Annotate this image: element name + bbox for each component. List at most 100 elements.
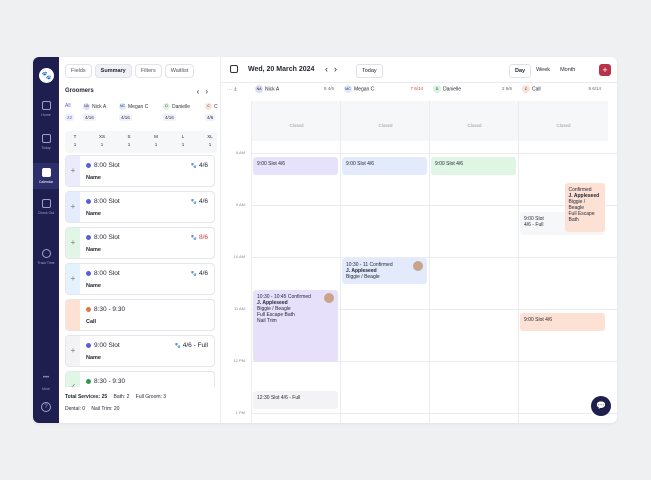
groomer-tab-count: 22 — [65, 114, 75, 121]
view-month[interactable]: Month — [555, 64, 580, 78]
slot-card[interactable]: +8:00 Slot Name 🐾 4/6 — [65, 263, 215, 295]
nav-label: Check Out — [37, 211, 55, 215]
appointment-card[interactable]: 9:00 Slot 4/6 — [520, 313, 605, 332]
add-slot-icon[interactable] — [66, 300, 80, 330]
logo-icon[interactable]: 🐾 — [39, 68, 54, 83]
groomer-tab[interactable]: D Danielle 4/16 — [163, 103, 191, 121]
add-slot-icon[interactable]: + — [66, 336, 80, 366]
add-slot-icon[interactable]: + — [66, 228, 80, 258]
day-calendar: Wed, 20 March 2024 ‹› Today Day Week Mon… — [221, 57, 617, 423]
slot-subtitle: Name — [86, 283, 101, 289]
appointment-card[interactable]: 9:00 Slot 4/6 — [342, 157, 427, 176]
slot-capacity: 🐾 4/6 — [191, 162, 208, 169]
chevron-right-icon[interactable]: › — [334, 64, 343, 74]
appointment-card[interactable]: 10:30 - 11 Confirmed J. Appleseed Biggie /… — [342, 258, 427, 285]
tab-waitlist[interactable]: Waitlist — [164, 64, 195, 78]
tab-filters[interactable]: Filters — [134, 64, 162, 78]
tab-fields[interactable]: Fields — [65, 64, 92, 78]
size-label: XS — [98, 134, 105, 139]
total-nail-trim: Nail Trim: 20 — [91, 406, 120, 412]
calendar-icon — [41, 168, 51, 177]
time-label: 9 AM — [235, 202, 245, 207]
column-name: Call — [532, 86, 541, 93]
appointment-line: 9:00 Slot 4/6 — [435, 161, 464, 167]
chevron-left-icon[interactable]: ‹ — [325, 64, 334, 74]
nav-today[interactable]: Today — [33, 134, 59, 150]
nav-check-out[interactable]: Check Out — [33, 199, 59, 215]
appointment-card[interactable]: 10:30 - 10:45 Confirmed J. Appleseed Biggi… — [253, 289, 338, 363]
slot-card[interactable]: +8:00 Slot Name 🐾 4/6 — [65, 191, 215, 223]
total-full-groom: Full Groom: 3 — [135, 394, 167, 400]
nav-more[interactable]: ••• More — [33, 375, 59, 391]
time-label: 12 PM — [233, 358, 245, 363]
column-header[interactable]: MC Megan C 7 6/14 — [344, 85, 427, 99]
view-day[interactable]: Day — [509, 64, 532, 78]
slot-icon — [86, 306, 91, 312]
slot-time-text: 8:00 Slot — [94, 198, 120, 205]
size-count: 1 — [181, 142, 185, 147]
slot-card[interactable]: 8:30 - 9:30 Call — [65, 299, 215, 331]
nav-calendar[interactable]: Calendar — [33, 163, 59, 189]
groomer-tab[interactable]: All 22 — [65, 103, 75, 121]
hour-line — [251, 153, 617, 154]
groomer-tab[interactable]: NA Nick A 4/16 — [83, 103, 106, 121]
groomer-tab-label: C — [214, 103, 218, 110]
tab-summary[interactable]: Summary — [94, 64, 132, 78]
appointment-line: Nail Trim — [257, 317, 277, 324]
add-slot-icon[interactable]: ✓ — [66, 372, 80, 387]
view-week[interactable]: Week — [531, 64, 555, 78]
chat-icon[interactable]: 💬 — [591, 396, 611, 416]
size-column: L1 — [175, 134, 191, 147]
slot-subtitle: Name — [86, 211, 101, 217]
appointment-card[interactable]: 12:30 Slot 4/6 - Full — [253, 391, 338, 410]
groomer-tab[interactable]: C C 4/6 — [205, 103, 218, 121]
groomer-tab-count: 4/16 — [119, 114, 132, 121]
groomer-avatar: NA — [255, 85, 263, 93]
appointment-line: 9:00 Slot 4/6 — [524, 317, 553, 323]
add-appointment-button[interactable]: + — [599, 64, 611, 76]
slot-list: +8:00 Slot Name 🐾 4/6 +8:00 Slot Name 🐾 4/6 +8:0… — [65, 155, 215, 387]
slot-time-text: 8:00 Slot — [94, 162, 120, 169]
groomer-tab-count: 4/16 — [83, 114, 96, 121]
slot-subtitle: Name — [86, 355, 101, 361]
groomer-tab-label: All — [65, 103, 71, 109]
slot-icon — [86, 270, 91, 276]
view-switcher: Day Week Month — [509, 64, 580, 78]
appointment-card[interactable]: 9:00 Slot 4/6 — [431, 157, 516, 176]
slot-card[interactable]: +8:00 Slot Name 🐾 4/6 — [65, 155, 215, 187]
add-slot-icon[interactable]: + — [66, 264, 80, 294]
appointment-card[interactable]: Confirmed J. Appleseed Biggie / Beagle Full… — [564, 183, 605, 233]
groomer-column[interactable]: Closed — [251, 101, 341, 423]
appointment-card[interactable]: 9:00 Slot 4/6 — [253, 157, 338, 176]
size-column: M1 — [148, 134, 164, 147]
current-date: Wed, 20 March 2024 — [248, 66, 315, 73]
today-button[interactable]: Today — [356, 64, 383, 78]
slot-card[interactable]: ✓ 8:30 - 9:30 — [65, 371, 215, 387]
groomer-tab-label: Danielle — [172, 103, 191, 110]
nav-track-time[interactable]: Track Time — [33, 249, 59, 265]
groomer-column[interactable]: Closed — [518, 101, 608, 423]
paw-icon: 🐾 — [190, 163, 197, 169]
time-grid[interactable]: Closed Closed Closed Closed 8 AM 9 AM 10 AM 11 … — [221, 101, 617, 423]
groomer-column[interactable]: Closed — [429, 101, 519, 423]
sidebar-toggle-icon[interactable] — [230, 65, 238, 73]
slot-capacity-value: 4/6 — [198, 270, 208, 277]
slot-icon — [86, 198, 91, 204]
column-header[interactable]: C Call 8 6/14 — [522, 85, 605, 99]
help-icon[interactable]: ? — [41, 402, 51, 412]
slot-card[interactable]: +9:00 Slot Name 🐾 4/6 - Full — [65, 335, 215, 367]
slot-capacity: 🐾 4/6 — [191, 198, 208, 205]
add-slot-icon[interactable]: + — [66, 192, 80, 222]
groomer-tab[interactable]: MC Megan C 4/16 — [119, 103, 148, 121]
slot-capacity-value: 4/6 - Full — [182, 342, 208, 349]
chevron-right-icon[interactable]: › — [205, 87, 214, 96]
slot-card[interactable]: +8:00 Slot Name 🐾 8/6 — [65, 227, 215, 259]
paw-icon: 🐾 — [190, 235, 197, 241]
slot-capacity-value: 4/6 — [198, 162, 208, 169]
add-slot-icon[interactable]: + — [66, 156, 80, 186]
column-header[interactable]: D Danielle 2 6/6 — [433, 85, 516, 99]
column-options-icon[interactable]: ⋯ ⇕ — [227, 87, 238, 93]
nav-home[interactable]: Home — [33, 101, 59, 117]
groomer-avatar: D — [433, 85, 441, 93]
column-header[interactable]: NA Nick A 8 4/6 — [255, 85, 338, 99]
